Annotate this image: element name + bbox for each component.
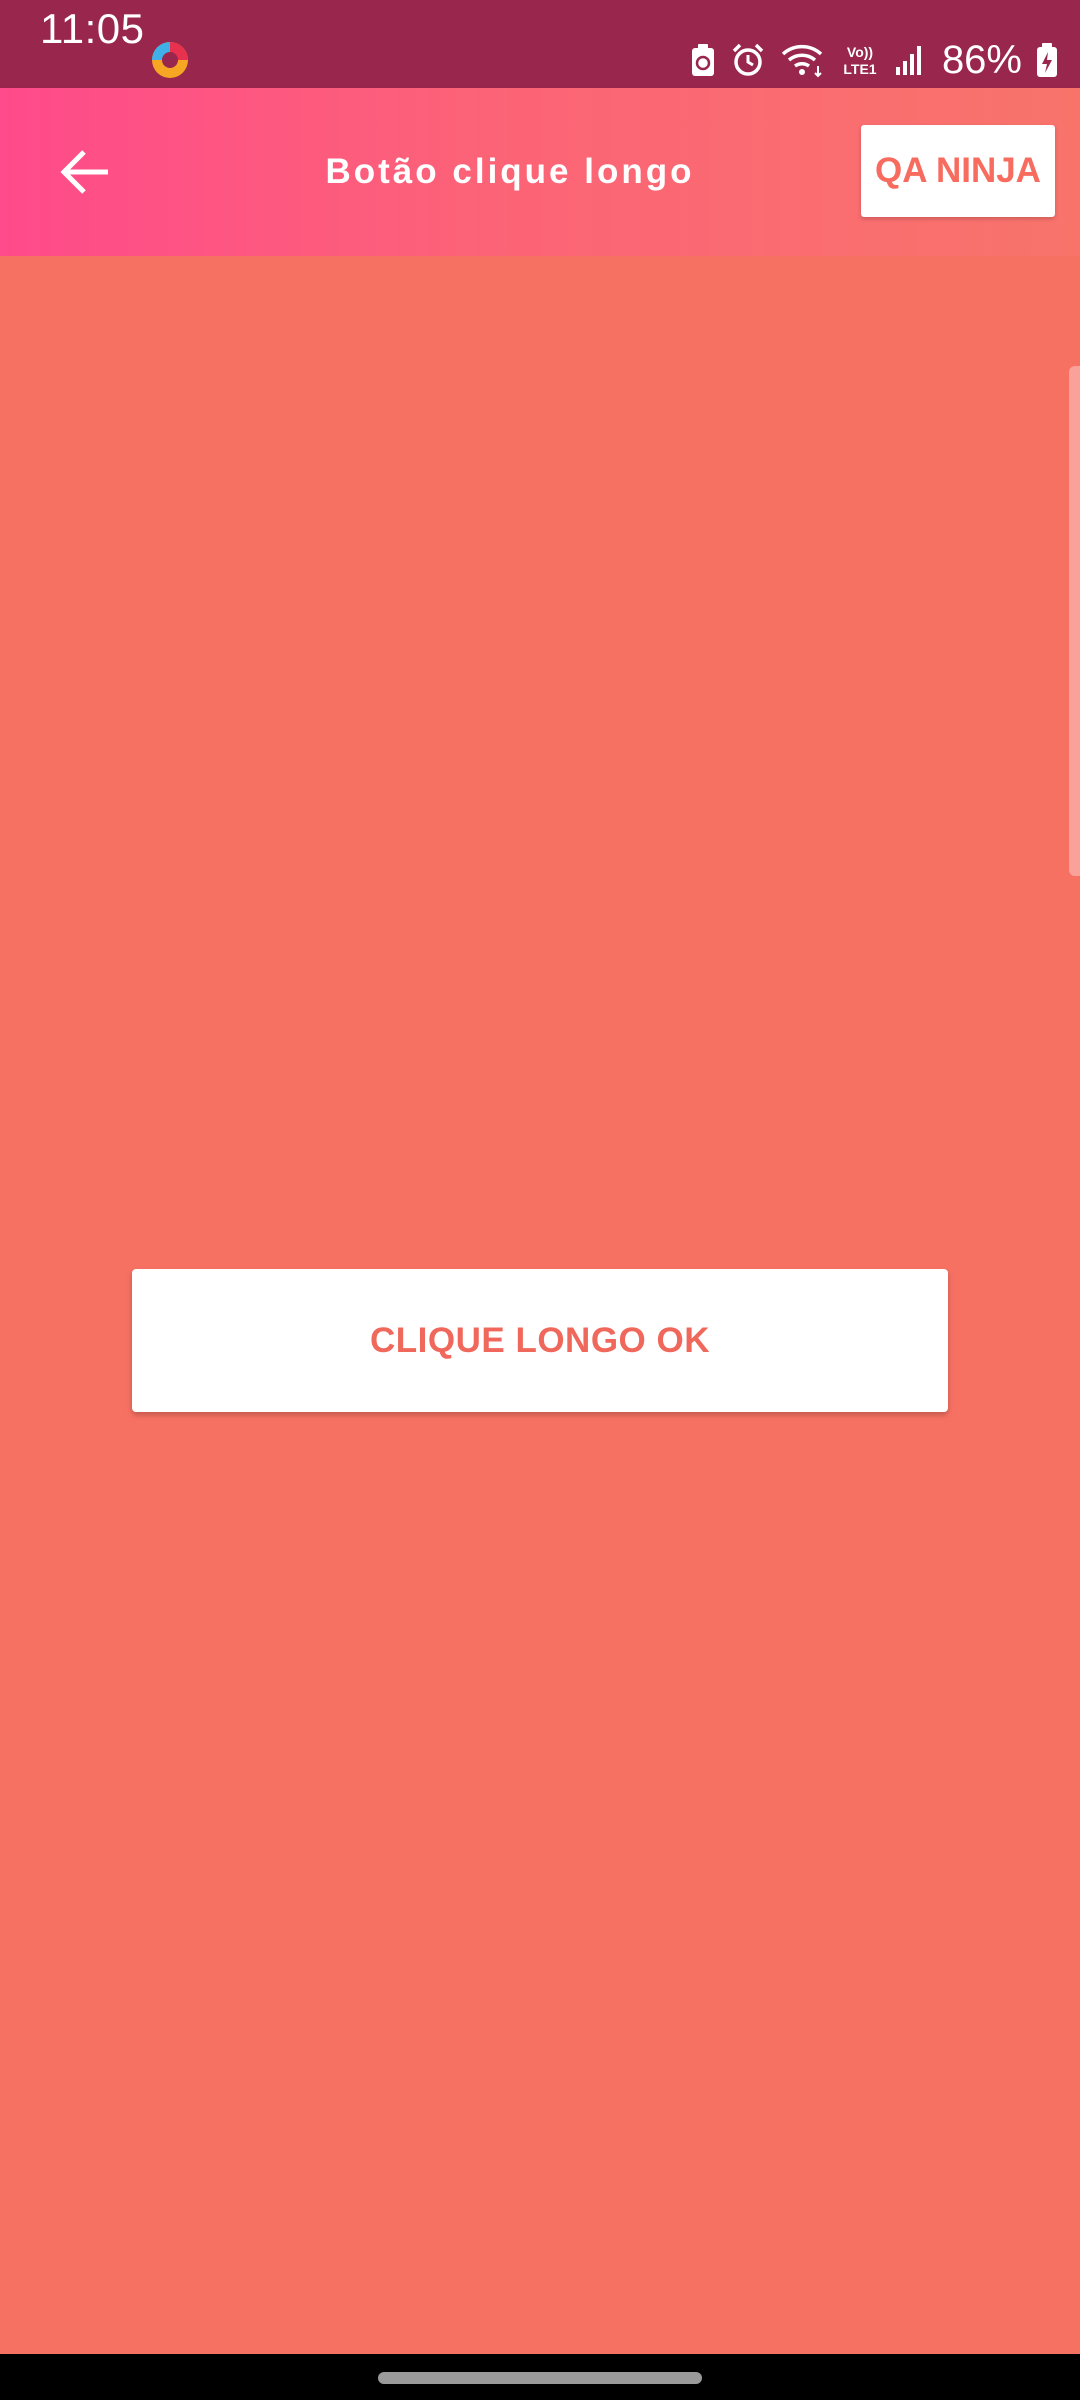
home-gesture-handle[interactable] <box>378 2372 702 2384</box>
qa-ninja-button[interactable]: QA NINJA <box>861 125 1055 217</box>
volte-lte-icon: Vo)) LTE1 <box>843 44 876 77</box>
battery-percent: 86% <box>941 37 1022 82</box>
battery-saver-icon <box>691 44 714 76</box>
alarm-icon <box>732 43 764 76</box>
main-content: CLIQUE LONGO OK <box>0 256 1080 2354</box>
svg-text:Vo)): Vo)) <box>847 44 873 60</box>
app-bar: Botão clique longo QA NINJA <box>0 88 1080 256</box>
signal-icon <box>895 46 921 75</box>
status-bar: 11:05 Vo)) LTE1 86% <box>0 0 1080 88</box>
page-title: Botão clique longo <box>325 152 695 191</box>
app-notification-icon <box>152 42 188 78</box>
battery-charging-icon <box>1037 43 1057 77</box>
wifi-icon <box>781 44 823 78</box>
long-click-button[interactable]: CLIQUE LONGO OK <box>132 1269 948 1412</box>
scroll-indicator[interactable] <box>1069 366 1080 876</box>
svg-text:LTE1: LTE1 <box>843 61 876 77</box>
status-icons: Vo)) LTE1 86% <box>690 38 1058 82</box>
arrow-left-icon <box>60 150 108 194</box>
back-button[interactable] <box>40 132 130 212</box>
status-time: 11:05 <box>40 5 145 52</box>
